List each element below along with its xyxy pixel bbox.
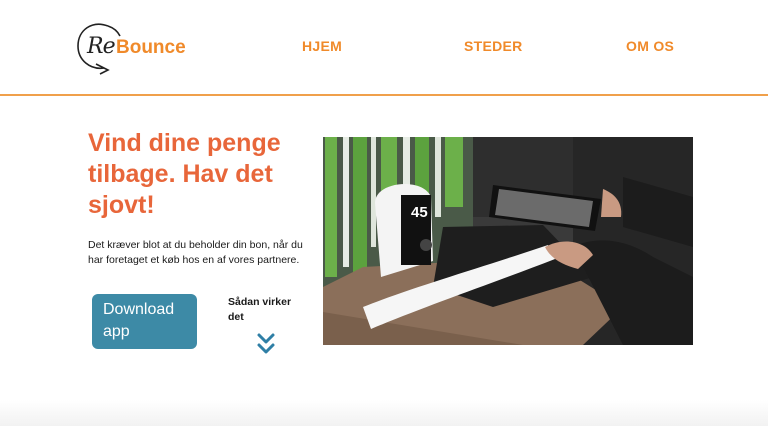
site-header: Re Bounce HJEM STEDER OM OS	[0, 0, 768, 96]
nav-om-os[interactable]: OM OS	[626, 38, 674, 54]
hero-headline: Vind dine penge tilbage. Hav det sjovt!	[88, 129, 281, 219]
logo-prefix: Re	[87, 34, 116, 59]
table-number: 45	[411, 204, 428, 221]
page-fade	[0, 400, 768, 426]
nav-hjem[interactable]: HJEM	[302, 38, 342, 54]
download-app-button[interactable]: Download app	[92, 294, 197, 349]
nav-steder[interactable]: STEDER	[464, 38, 523, 54]
hero-intro: Det kræver blot at du beholder din bon, …	[88, 239, 303, 266]
rebounce-logo[interactable]: Re Bounce	[74, 20, 204, 76]
hero-photo: 45	[323, 137, 693, 345]
double-chevron-down-icon[interactable]	[256, 332, 276, 356]
how-it-works-link[interactable]: Sådan virker det	[228, 295, 308, 325]
logo-name: Bounce	[116, 37, 186, 58]
